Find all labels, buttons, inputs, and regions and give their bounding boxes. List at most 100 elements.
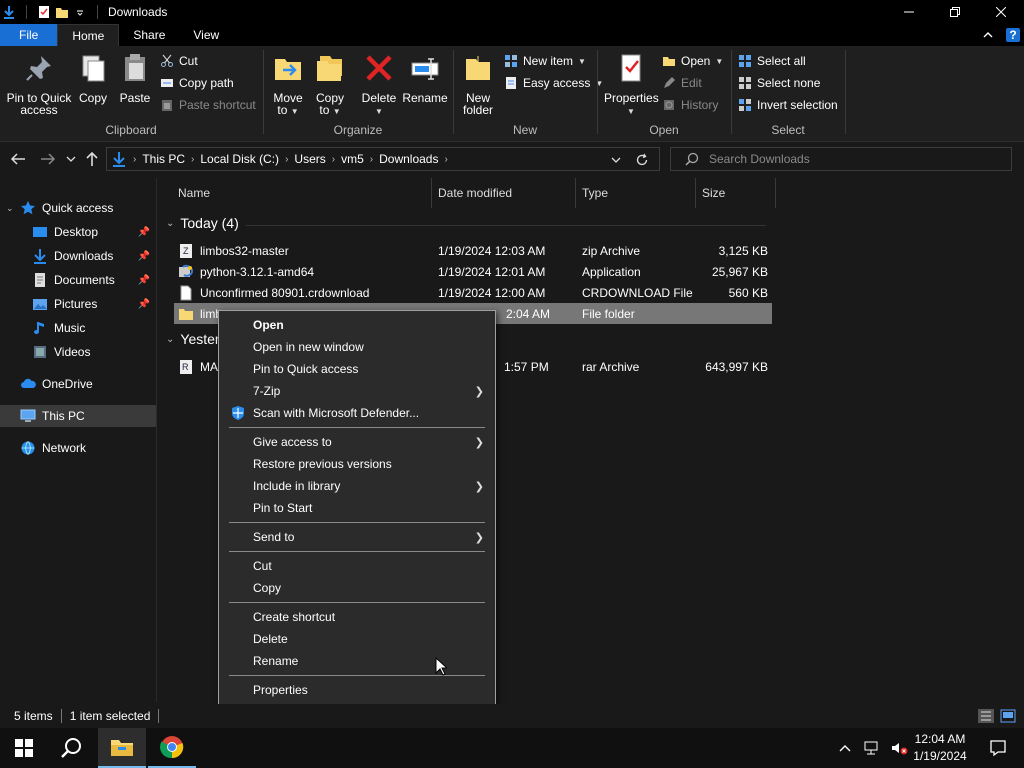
chevron-down-icon[interactable]: ⌄ xyxy=(6,203,20,214)
taskbar-search-button[interactable] xyxy=(48,728,96,768)
column-header-size[interactable]: Size xyxy=(696,178,776,208)
up-arrow-icon[interactable] xyxy=(85,151,99,167)
breadcrumb-vm5[interactable]: vm5 xyxy=(335,152,370,166)
column-header-type[interactable]: Type xyxy=(576,178,696,208)
recent-locations-chevron-icon[interactable] xyxy=(66,155,76,163)
chevron-up-icon[interactable] xyxy=(838,743,852,753)
menu-item-create-shortcut[interactable]: Create shortcut xyxy=(220,606,494,628)
tab-file[interactable]: File xyxy=(0,24,58,46)
forward-arrow-icon[interactable] xyxy=(40,152,56,166)
group-header-yesterday[interactable]: ⌄ Yester xyxy=(166,331,220,347)
nav-item-downloads[interactable]: Downloads 📌 xyxy=(0,245,156,267)
chevron-up-icon[interactable] xyxy=(982,29,994,41)
copy-button[interactable]: Copy xyxy=(74,52,112,104)
nav-item-network[interactable]: Network xyxy=(0,437,156,459)
easy-access-button[interactable]: Easy access ▼ xyxy=(504,73,603,93)
details-view-icon[interactable] xyxy=(978,709,994,723)
taskbar-chrome[interactable] xyxy=(148,728,196,768)
large-icons-view-icon[interactable] xyxy=(1000,709,1016,723)
restore-button[interactable] xyxy=(932,0,978,24)
nav-item-quick-access[interactable]: ⌄ Quick access xyxy=(0,197,156,219)
nav-item-desktop[interactable]: Desktop 📌 xyxy=(0,221,156,243)
taskbar-clock[interactable]: 12:04 AM 1/19/2024 xyxy=(902,731,978,765)
download-arrow-icon[interactable] xyxy=(2,5,16,19)
delete-button[interactable]: Delete ▼ xyxy=(358,52,400,118)
breadcrumb-local-disk[interactable]: Local Disk (C:) xyxy=(194,152,285,166)
cut-button[interactable]: Cut xyxy=(160,51,198,71)
menu-item-7zip[interactable]: 7-Zip ❯ xyxy=(220,380,494,402)
nav-item-documents[interactable]: Documents 📌 xyxy=(0,269,156,291)
menu-item-rename[interactable]: Rename xyxy=(220,650,494,672)
new-item-label: New item xyxy=(523,54,574,68)
nav-label: Desktop xyxy=(54,225,99,239)
table-row[interactable]: Z limbos32-master 1/19/2024 12:03 AM zip… xyxy=(174,240,772,261)
breadcrumb-this-pc[interactable]: This PC xyxy=(136,152,191,166)
paste-button[interactable]: Paste xyxy=(116,52,154,104)
nav-item-music[interactable]: Music xyxy=(0,317,156,339)
tab-view[interactable]: View xyxy=(179,24,233,46)
select-group: Select all Select none Invert selection … xyxy=(732,46,844,142)
close-button[interactable] xyxy=(978,0,1024,24)
help-icon[interactable]: ? xyxy=(1006,28,1020,42)
nav-item-videos[interactable]: Videos xyxy=(0,341,156,363)
new-folder-button[interactable]: New folder xyxy=(458,52,498,116)
menu-item-copy[interactable]: Copy xyxy=(220,577,494,599)
menu-item-pin-start[interactable]: Pin to Start xyxy=(220,497,494,519)
menu-item-delete[interactable]: Delete xyxy=(220,628,494,650)
group-header-today[interactable]: ⌄ Today (4) xyxy=(166,215,766,231)
taskbar-file-explorer[interactable] xyxy=(98,728,146,768)
breadcrumb-separator[interactable]: › xyxy=(444,154,447,165)
select-all-button[interactable]: Select all xyxy=(738,51,806,71)
address-history-chevron-icon[interactable] xyxy=(611,156,621,164)
menu-item-open-new-window[interactable]: Open in new window xyxy=(220,336,494,358)
invert-selection-button[interactable]: Invert selection xyxy=(738,95,838,115)
videos-icon xyxy=(34,346,46,358)
column-header-date[interactable]: Date modified xyxy=(432,178,576,208)
navigation-bar: › This PC › Local Disk (C:) › Users › vm… xyxy=(0,143,1024,175)
menu-item-give-access[interactable]: Give access to ❯ xyxy=(220,431,494,453)
easy-access-label: Easy access xyxy=(523,76,591,90)
menu-item-properties[interactable]: Properties xyxy=(220,679,494,701)
minimize-button[interactable] xyxy=(886,0,932,24)
breadcrumb-downloads[interactable]: Downloads xyxy=(373,152,444,166)
edit-button[interactable]: Edit xyxy=(662,73,702,93)
rename-button[interactable]: Rename xyxy=(402,52,448,104)
move-to-button[interactable]: Move to ▼ xyxy=(268,52,308,118)
table-row[interactable]: python-3.12.1-amd64 1/19/2024 12:01 AM A… xyxy=(174,261,772,282)
open-button[interactable]: Open ▼ xyxy=(662,51,723,71)
new-item-button[interactable]: New item ▼ xyxy=(504,51,586,71)
menu-item-cut[interactable]: Cut xyxy=(220,555,494,577)
properties-icon[interactable] xyxy=(37,5,51,19)
notifications-button[interactable] xyxy=(978,728,1018,768)
menu-item-pin-quick-access[interactable]: Pin to Quick access xyxy=(220,358,494,380)
menu-item-restore-versions[interactable]: Restore previous versions xyxy=(220,453,494,475)
copy-path-button[interactable]: Copy path xyxy=(160,73,234,93)
new-folder-icon[interactable] xyxy=(55,5,69,19)
address-bar[interactable]: › This PC › Local Disk (C:) › Users › vm… xyxy=(106,147,660,171)
menu-item-open[interactable]: Open xyxy=(220,314,494,336)
network-status-icon[interactable] xyxy=(862,740,880,756)
column-header-name[interactable]: Name xyxy=(158,178,432,208)
menu-label: Properties xyxy=(253,683,308,697)
nav-item-this-pc[interactable]: This PC xyxy=(0,405,156,427)
back-arrow-icon[interactable] xyxy=(10,152,26,166)
search-box[interactable]: Search Downloads xyxy=(670,147,1012,171)
breadcrumb-users[interactable]: Users xyxy=(288,152,331,166)
start-button[interactable] xyxy=(0,728,48,768)
refresh-icon[interactable] xyxy=(635,153,649,167)
pin-to-quick-access-button[interactable]: Pin to Quick access xyxy=(4,52,74,116)
properties-button[interactable]: Properties ▼ xyxy=(604,52,659,118)
table-row[interactable]: Unconfirmed 80901.crdownload 1/19/2024 1… xyxy=(174,282,772,303)
nav-item-pictures[interactable]: Pictures 📌 xyxy=(0,293,156,315)
menu-item-send-to[interactable]: Send to ❯ xyxy=(220,526,494,548)
nav-item-onedrive[interactable]: OneDrive xyxy=(0,373,156,395)
tab-home[interactable]: Home xyxy=(57,24,120,46)
menu-item-scan-defender[interactable]: Scan with Microsoft Defender... xyxy=(220,402,494,424)
copy-to-button[interactable]: Copy to ▼ xyxy=(310,52,350,118)
chevron-down-icon[interactable] xyxy=(73,5,87,19)
paste-shortcut-button[interactable]: Paste shortcut xyxy=(160,95,256,115)
tab-share[interactable]: Share xyxy=(119,24,179,46)
history-button[interactable]: History xyxy=(662,95,718,115)
menu-item-include-library[interactable]: Include in library ❯ xyxy=(220,475,494,497)
select-none-button[interactable]: Select none xyxy=(738,73,820,93)
